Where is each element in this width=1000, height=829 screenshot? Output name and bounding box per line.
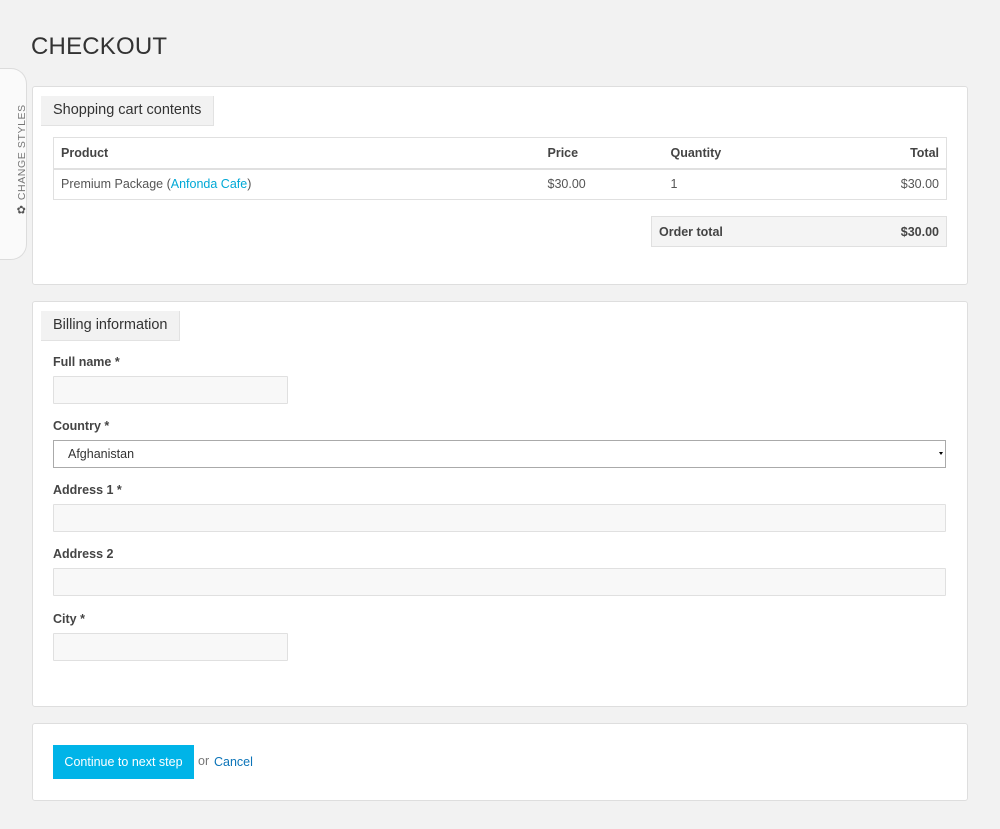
product-name: Premium Package <box>61 177 164 192</box>
product-store-link[interactable]: Anfonda Cafe <box>171 177 247 191</box>
order-total: Order total $30.00 <box>651 216 947 247</box>
cell-product: Premium Package (Anfonda Cafe) <box>61 177 252 192</box>
column-header-product: Product <box>53 137 541 170</box>
actions-panel: Continue to next step or Cancel <box>32 723 968 801</box>
address2-label: Address 2 <box>53 547 114 561</box>
billing-legend: Billing information <box>41 311 181 341</box>
country-label: Country * <box>53 419 110 433</box>
address1-field[interactable] <box>53 504 946 532</box>
cart-legend: Shopping cart contents <box>41 96 215 126</box>
table-row: Premium Package (Anfonda Cafe) $30.00 1 … <box>54 169 947 200</box>
chevron-down-icon <box>939 452 943 455</box>
order-total-value: $30.00 <box>900 224 939 239</box>
column-header-price: Price <box>540 137 664 170</box>
column-header-total: Total <box>803 137 947 170</box>
cell-price: $30.00 <box>547 177 586 192</box>
city-field[interactable] <box>53 633 288 661</box>
cell-quantity: 1 <box>670 177 678 192</box>
page-title: CHECKOUT <box>31 33 168 60</box>
billing-panel: Billing information Full name * Country … <box>32 301 968 707</box>
style-switcher-tab[interactable]: ✿ CHANGE STYLES <box>0 68 28 260</box>
style-switcher-label: CHANGE STYLES <box>15 104 28 201</box>
country-selected-value: Afghanistan <box>68 447 135 461</box>
address2-field[interactable] <box>53 568 946 596</box>
cart-panel: Shopping cart contents Product Price Qua… <box>32 86 968 285</box>
cancel-link[interactable]: Cancel <box>214 755 253 769</box>
cell-total: $30.00 <box>900 177 939 192</box>
cart-header-row: Product Price Quantity Total <box>53 137 947 170</box>
address1-label: Address 1 * <box>53 483 122 497</box>
full-name-field[interactable] <box>53 376 288 404</box>
continue-button[interactable]: Continue to next step <box>53 745 194 779</box>
column-header-quantity: Quantity <box>663 137 804 170</box>
city-label: City * <box>53 612 85 626</box>
full-name-label: Full name * <box>53 355 120 369</box>
or-text: or <box>198 754 210 768</box>
style-switcher-label-wrap: ✿ CHANGE STYLES <box>15 104 28 217</box>
gear-icon: ✿ <box>16 204 27 217</box>
order-total-label: Order total <box>659 224 723 239</box>
country-select[interactable]: Afghanistan <box>53 440 946 468</box>
cart-table: Product Price Quantity Total Premium Pac… <box>53 137 947 200</box>
